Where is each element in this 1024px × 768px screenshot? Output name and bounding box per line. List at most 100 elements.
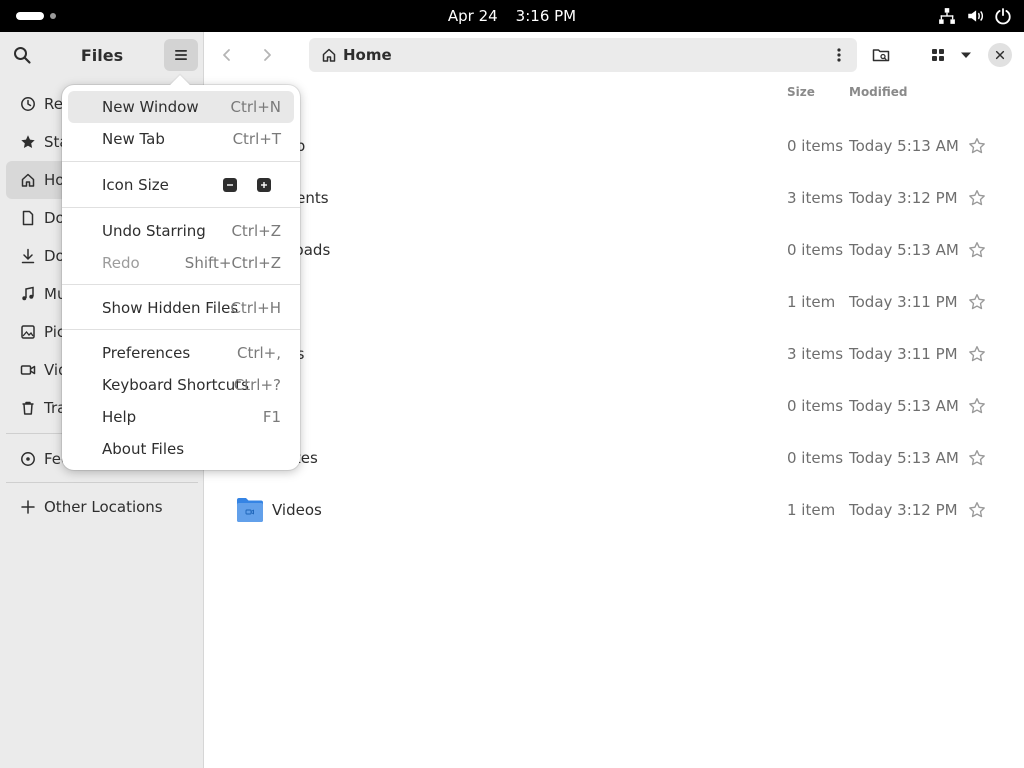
file-modified: Today 3:11 PM <box>849 345 958 363</box>
table-row[interactable]: uments 3 items Today 3:12 PM <box>206 172 1024 224</box>
table-row[interactable]: Videos 1 item Today 3:12 PM <box>206 484 1024 536</box>
column-header-size[interactable]: Size <box>787 85 815 99</box>
menu-item-label: Redo <box>102 254 140 272</box>
file-size: 0 items <box>787 137 844 155</box>
file-size: 3 items <box>787 189 844 207</box>
plus-icon <box>21 500 35 514</box>
kebab-menu-icon[interactable] <box>827 43 851 67</box>
network-icon[interactable] <box>938 7 956 25</box>
menu-item-help[interactable]: Help F1 <box>68 401 294 433</box>
chevron-left-icon <box>223 49 230 61</box>
menu-item-shortcut: Ctrl+? <box>233 376 281 394</box>
clock-time: 3:16 PM <box>515 7 577 25</box>
table-row[interactable]: ic 0 items Today 5:13 AM <box>206 380 1024 432</box>
minus-icon <box>227 184 233 186</box>
table-row[interactable]: plates 0 items Today 5:13 AM <box>206 432 1024 484</box>
zoom-out-button[interactable] <box>223 178 237 192</box>
clock-date: Apr 24 <box>447 7 498 25</box>
top-bar: Apr 24 3:16 PM <box>0 0 1024 32</box>
file-modified: Today 3:11 PM <box>849 293 958 311</box>
grid-view-button[interactable] <box>924 40 952 70</box>
path-label[interactable]: Home <box>343 46 392 64</box>
menu-item-keyboard-shortcuts[interactable]: Keyboard Shortcuts Ctrl+? <box>68 369 294 401</box>
star-icon[interactable] <box>968 501 986 519</box>
menu-separator <box>62 161 300 162</box>
menu-item-undo-starring[interactable]: Undo Starring Ctrl+Z <box>68 215 294 247</box>
menu-item-shortcut: F1 <box>262 408 281 426</box>
menu-item-label: Icon Size <box>102 176 169 194</box>
star-icon[interactable] <box>968 397 986 415</box>
column-header-modified[interactable]: Modified <box>849 85 908 99</box>
music-icon <box>22 286 34 301</box>
menu-item-show-hidden-files[interactable]: Show Hidden Files Ctrl+H <box>68 292 294 324</box>
zoom-in-button[interactable] <box>257 178 271 192</box>
table-row[interactable]: ynloads 0 items Today 5:13 AM <box>206 224 1024 276</box>
menu-item-shortcut: Ctrl+H <box>230 299 281 317</box>
picture-icon <box>21 325 35 339</box>
home-icon <box>322 48 336 62</box>
system-tray[interactable] <box>938 0 1012 32</box>
path-bar[interactable]: Home <box>309 38 857 72</box>
table-row[interactable]: ic 1 item Today 3:11 PM <box>206 276 1024 328</box>
star-icon[interactable] <box>968 449 986 467</box>
table-row[interactable]: ktop 0 items Today 5:13 AM <box>206 120 1024 172</box>
main-menu-button[interactable] <box>164 39 198 71</box>
menu-item-shortcut: Ctrl+T <box>232 130 281 148</box>
menu-item-label: Keyboard Shortcuts <box>102 376 249 394</box>
trash-icon <box>22 401 34 415</box>
menu-item-label: About Files <box>102 440 185 458</box>
video-icon <box>20 365 36 375</box>
menu-item-icon-size: Icon Size <box>68 169 294 201</box>
star-icon[interactable] <box>968 293 986 311</box>
clock[interactable]: Apr 24 3:16 PM <box>0 0 1024 32</box>
file-size: 0 items <box>787 449 844 467</box>
power-icon[interactable] <box>994 7 1012 25</box>
plus-icon <box>261 182 267 188</box>
star-icon[interactable] <box>968 345 986 363</box>
sidebar-header: Files <box>0 32 203 78</box>
clock-icon <box>21 97 35 111</box>
file-modified: Today 3:12 PM <box>849 501 958 519</box>
file-modified: Today 5:13 AM <box>849 137 959 155</box>
menu-item-preferences[interactable]: Preferences Ctrl+, <box>68 337 294 369</box>
menu-item-shortcut: Shift+Ctrl+Z <box>184 254 281 272</box>
close-button[interactable] <box>988 43 1012 67</box>
file-modified: Today 5:13 AM <box>849 397 959 415</box>
document-icon <box>22 210 34 226</box>
file-size: 0 items <box>787 397 844 415</box>
menu-item-shortcut: Ctrl+N <box>230 98 281 116</box>
file-size: 1 item <box>787 501 836 519</box>
video-folder-icon <box>237 498 263 522</box>
star-icon[interactable] <box>968 241 986 259</box>
menu-item-new-window[interactable]: New Window Ctrl+N <box>68 91 294 123</box>
file-name: Videos <box>272 501 322 519</box>
sidebar-item-label: Re <box>44 95 63 113</box>
menu-separator <box>62 329 300 330</box>
view-options-button[interactable] <box>954 40 978 70</box>
sidebar-item-label: Other Locations <box>44 498 163 516</box>
grid-icon <box>932 49 944 61</box>
chevron-down-icon <box>961 52 971 58</box>
file-size: 3 items <box>787 345 844 363</box>
download-icon <box>21 248 35 264</box>
menu-item-label: Show Hidden Files <box>102 299 239 317</box>
search-folder-button[interactable] <box>866 40 896 70</box>
menu-item-about-files[interactable]: About Files <box>68 433 294 465</box>
menu-item-new-tab[interactable]: New Tab Ctrl+T <box>68 123 294 155</box>
sidebar-item-other-locations[interactable]: Other Locations <box>6 488 198 526</box>
volume-icon[interactable] <box>966 7 984 25</box>
menu-item-shortcut: Ctrl+Z <box>231 222 281 240</box>
menu-item-shortcut: Ctrl+, <box>236 344 281 362</box>
menu-item-label: Undo Starring <box>102 222 206 240</box>
table-row[interactable]: ures 3 items Today 3:11 PM <box>206 328 1024 380</box>
chevron-right-icon <box>264 49 271 61</box>
menu-item-label: Help <box>102 408 137 426</box>
menu-separator <box>62 284 300 285</box>
file-size: 1 item <box>787 293 836 311</box>
menu-item-label: New Tab <box>102 130 165 148</box>
back-button[interactable] <box>212 40 242 70</box>
file-modified: Today 3:12 PM <box>849 189 958 207</box>
forward-button[interactable] <box>252 40 282 70</box>
star-icon[interactable] <box>968 189 986 207</box>
star-icon[interactable] <box>968 137 986 155</box>
